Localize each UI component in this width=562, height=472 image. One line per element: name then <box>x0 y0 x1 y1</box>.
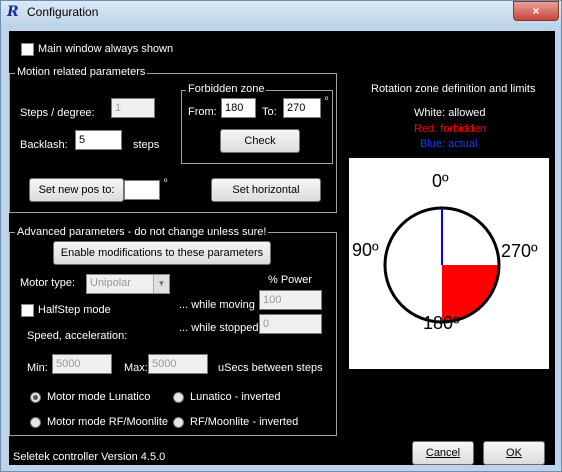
steps-per-degree-label: Steps / degree: <box>20 107 95 119</box>
power-header: % Power <box>268 274 313 286</box>
dialog-body: Main window always shown Motion related … <box>9 31 555 465</box>
usecs-between-steps-label: uSecs between steps <box>218 362 323 374</box>
label-90-degrees: 90º <box>352 240 379 260</box>
motor-type-label: Motor type: <box>20 277 76 289</box>
cancel-button[interactable]: Cancel <box>412 441 474 465</box>
set-new-pos-button[interactable]: Set new pos to: <box>29 178 124 202</box>
from-label: From: <box>188 106 217 118</box>
while-stopped-input[interactable] <box>259 314 322 334</box>
forbidden-from-input[interactable] <box>221 98 256 118</box>
motor-type-value: Unipolar <box>90 277 131 289</box>
halfstep-checkbox[interactable] <box>21 304 34 317</box>
app-icon: R <box>7 4 19 20</box>
forbidden-degree-symbol: º <box>325 95 329 105</box>
radio-motor-mode-rf-moonlite-label: Motor mode RF/Moonlite <box>47 416 169 428</box>
backlash-unit-label: steps <box>133 139 160 151</box>
motion-parameters-legend: Motion related parameters <box>15 66 148 78</box>
ok-button-label: OK <box>506 447 522 459</box>
label-0-degrees: 0º <box>432 171 449 191</box>
cancel-button-label: Cancel <box>425 447 461 459</box>
chevron-down-icon: ▼ <box>153 275 169 293</box>
forbidden-to-input[interactable] <box>283 98 321 118</box>
check-button[interactable]: Check <box>220 129 300 153</box>
min-speed-input[interactable] <box>52 354 112 374</box>
while-stopped-label: ... while stopped <box>179 322 259 334</box>
radio-lunatico-inverted[interactable] <box>173 392 184 403</box>
configuration-window: R Configuration × Main window always sho… <box>0 0 562 472</box>
while-moving-label: ... while moving <box>179 299 255 311</box>
new-pos-degree-symbol: º <box>164 177 168 187</box>
advanced-parameters-legend: Advanced parameters - do not change unle… <box>15 226 269 238</box>
main-window-always-shown-checkbox[interactable] <box>21 43 34 56</box>
halfstep-label: HalfStep mode <box>38 304 111 316</box>
forbidden-zone-legend: Forbidden zone <box>186 83 267 95</box>
main-window-always-shown-label: Main window always shown <box>38 43 174 55</box>
radio-motor-mode-lunatico-label: Motor mode Lunatico <box>47 391 151 403</box>
rotation-circle <box>383 206 501 324</box>
to-label: To: <box>262 106 277 118</box>
set-horizontal-button[interactable]: Set horizontal <box>211 178 321 202</box>
label-180-degrees: 180º <box>423 313 460 333</box>
ok-button[interactable]: OK <box>483 441 545 465</box>
allowed-legend: White: allowed <box>414 107 486 119</box>
title-bar[interactable]: R Configuration × <box>1 1 561 23</box>
new-pos-input[interactable] <box>124 180 160 200</box>
backlash-input[interactable] <box>75 130 122 150</box>
max-label: Max: <box>124 362 148 374</box>
radio-lunatico-inverted-label: Lunatico - inverted <box>190 391 281 403</box>
enable-modifications-button[interactable]: Enable modifications to these parameters <box>53 241 271 265</box>
rotation-zone-title: Rotation zone definition and limits <box>371 83 536 95</box>
backlash-label: Backlash: <box>20 139 68 151</box>
version-label: Seletek controller Version 4.5.0 <box>13 451 166 463</box>
radio-rf-moonlite-inverted-label: RF/Moonlite - inverted <box>190 416 299 428</box>
rotation-diagram: 0º 90º 270º 180º <box>349 158 549 369</box>
actual-legend: Blue: actual <box>420 138 478 150</box>
radio-rf-moonlite-inverted[interactable] <box>173 417 184 428</box>
radio-motor-mode-rf-moonlite[interactable] <box>30 417 41 428</box>
close-button[interactable]: × <box>513 1 559 21</box>
forbidden-legend: Red: forbidden <box>414 123 487 135</box>
motor-type-select[interactable]: Unipolar ▼ <box>86 274 170 294</box>
window-title: Configuration <box>27 5 99 19</box>
speed-acceleration-label: Speed, acceleration: <box>27 330 128 342</box>
min-label: Min: <box>27 362 48 374</box>
steps-per-degree-input[interactable] <box>111 98 155 118</box>
label-270-degrees: 270º <box>501 241 538 261</box>
while-moving-input[interactable] <box>259 290 322 310</box>
max-speed-input[interactable] <box>148 354 208 374</box>
radio-motor-mode-lunatico[interactable] <box>30 392 41 403</box>
